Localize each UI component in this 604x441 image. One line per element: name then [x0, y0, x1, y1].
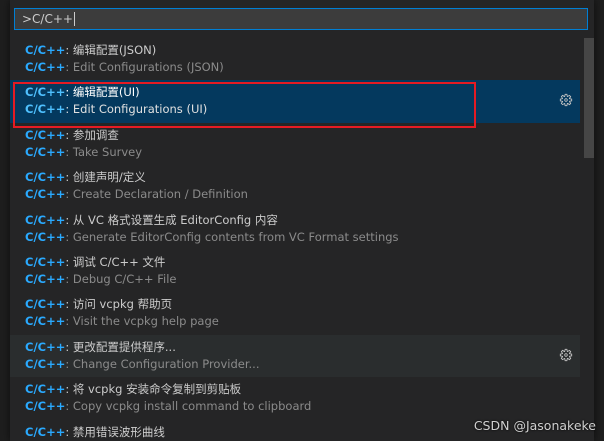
watermark: CSDN @Jasonakeke — [473, 418, 596, 433]
command-detail-prefix: C/C++ — [25, 229, 66, 244]
command-title: C/C++: 更改配置提供程序... — [25, 339, 580, 356]
command-prefix: C/C++ — [25, 43, 66, 57]
command-item[interactable]: C/C++: 访问 vcpkg 帮助页 C/C++: Visit the vcpk… — [10, 292, 580, 334]
command-title-text: : 从 VC 格式设置生成 EditorConfig 内容 — [65, 212, 278, 227]
command-title-text: : 编辑配置(UI) — [65, 85, 140, 100]
command-detail-prefix: C/C++ — [25, 314, 66, 329]
command-item[interactable]: C/C++: 将 vcpkg 安装命令复制到剪贴板 C/C++: Copy vcp… — [10, 377, 580, 419]
command-title: C/C++: 调试 C/C++ 文件 — [25, 254, 580, 271]
command-detail-text: : Take Survey — [65, 144, 143, 159]
command-title-text: : 禁用错误波形曲线 — [65, 424, 165, 439]
command-palette-input[interactable]: >C/C++ — [14, 8, 588, 30]
command-title: C/C++: 参加调查 — [25, 127, 580, 144]
command-title: C/C++: 将 vcpkg 安装命令复制到剪贴板 — [25, 381, 580, 398]
command-list: C/C++: 编辑配置(JSON) C/C++: Edit Configurati… — [10, 38, 580, 441]
command-title: C/C++: 从 VC 格式设置生成 EditorConfig 内容 — [25, 212, 580, 229]
command-detail-prefix: C/C++ — [25, 102, 66, 117]
command-detail: C/C++: Change Configuration Provider... — [25, 356, 580, 373]
command-detail-text: : Visit the vcpkg help page — [65, 314, 219, 329]
gear-icon[interactable] — [558, 93, 574, 109]
command-item[interactable]: C/C++: 从 VC 格式设置生成 EditorConfig 内容 C/C++:… — [10, 208, 580, 250]
command-detail-text: : Change Configuration Provider... — [65, 356, 260, 371]
command-title: C/C++: 访问 vcpkg 帮助页 — [25, 296, 580, 313]
command-prefix: C/C++ — [25, 254, 66, 269]
scrollbar-thumb[interactable] — [584, 38, 594, 158]
command-detail: C/C++: Edit Configurations (JSON) — [25, 59, 580, 76]
command-title-text: : 访问 vcpkg 帮助页 — [65, 297, 173, 312]
command-detail-prefix: C/C++ — [25, 187, 66, 202]
command-detail-prefix: C/C++ — [25, 399, 66, 414]
command-prefix: C/C++ — [25, 424, 66, 439]
command-detail-text: : Edit Configurations (JSON) — [65, 60, 224, 74]
command-detail: C/C++: Edit Configurations (UI) — [25, 101, 580, 118]
command-detail: C/C++: Generate EditorConfig contents fr… — [25, 229, 580, 246]
command-prefix: C/C++ — [25, 382, 66, 397]
command-prefix: C/C++ — [25, 127, 66, 142]
command-prefix: C/C++ — [25, 212, 66, 227]
command-item[interactable]: C/C++: 调试 C/C++ 文件 C/C++: Debug C/C++ Fil… — [10, 250, 580, 292]
command-prefix: C/C++ — [25, 339, 66, 354]
command-title-text: : 将 vcpkg 安装命令复制到剪贴板 — [65, 382, 242, 397]
command-detail-prefix: C/C++ — [25, 60, 66, 74]
command-detail-prefix: C/C++ — [25, 144, 66, 159]
command-title: C/C++: 编辑配置(JSON) — [25, 42, 580, 59]
command-title: C/C++: 创建声明/定义 — [25, 169, 580, 186]
command-palette-input-value: >C/C++ — [22, 12, 73, 26]
gear-icon[interactable] — [558, 348, 574, 364]
command-detail-text: : Debug C/C++ File — [65, 271, 177, 286]
command-item[interactable]: C/C++: 更改配置提供程序... C/C++: Change Configur… — [10, 334, 580, 378]
command-item[interactable]: C/C++: 编辑配置(JSON) C/C++: Edit Configurati… — [10, 38, 580, 80]
command-detail-text: : Copy vcpkg install command to clipboar… — [65, 399, 312, 414]
command-prefix: C/C++ — [25, 85, 66, 100]
command-detail: C/C++: Take Survey — [25, 144, 580, 161]
text-caret — [73, 12, 75, 26]
command-title-text: : 编辑配置(JSON) — [65, 43, 157, 57]
command-detail: C/C++: Debug C/C++ File — [25, 271, 580, 288]
command-title-text: : 参加调查 — [65, 127, 119, 142]
command-item[interactable]: C/C++: 编辑配置(UI) C/C++: Edit Configuration… — [10, 80, 580, 123]
command-detail-text: : Edit Configurations (UI) — [65, 102, 208, 117]
command-title-text: : 创建声明/定义 — [65, 170, 146, 185]
command-detail: C/C++: Visit the vcpkg help page — [25, 313, 580, 330]
command-title: C/C++: 编辑配置(UI) — [25, 84, 580, 101]
command-detail: C/C++: Copy vcpkg install command to cli… — [25, 398, 580, 415]
command-item[interactable]: C/C++: 创建声明/定义 C/C++: Create Declaration … — [10, 165, 580, 207]
command-palette: >C/C++ C/C++: 编辑配置(JSON) C/C++: Edit Conf… — [10, 0, 594, 441]
command-detail-prefix: C/C++ — [25, 271, 66, 286]
command-detail-text: : Create Declaration / Definition — [65, 187, 248, 202]
command-title-text: : 更改配置提供程序... — [65, 339, 176, 354]
command-detail-prefix: C/C++ — [25, 356, 66, 371]
command-title-text: : 调试 C/C++ 文件 — [65, 254, 166, 269]
command-prefix: C/C++ — [25, 297, 66, 312]
command-item[interactable]: C/C++: 参加调查 C/C++: Take Survey — [10, 123, 580, 165]
command-detail: C/C++: Create Declaration / Definition — [25, 186, 580, 203]
command-prefix: C/C++ — [25, 170, 66, 185]
command-detail-text: : Generate EditorConfig contents from VC… — [65, 229, 399, 244]
